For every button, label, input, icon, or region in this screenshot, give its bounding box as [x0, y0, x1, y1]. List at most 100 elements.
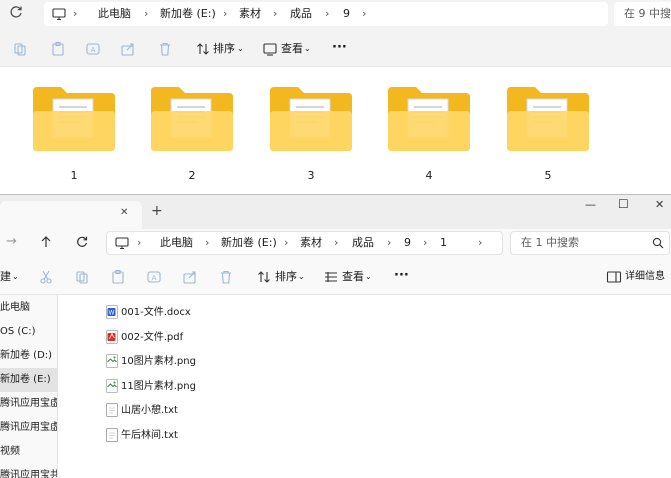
more-options-button[interactable]: ··· — [332, 40, 347, 56]
sort-button[interactable]: 排序 — [213, 41, 235, 57]
chevron-right-icon: › — [325, 7, 330, 20]
sidebar-item[interactable]: OS (C:) — [0, 320, 57, 344]
view-button[interactable]: 查看 — [281, 41, 303, 57]
folder-item[interactable]: 2 — [149, 85, 235, 182]
breadcrumb-assets[interactable]: 素材 — [300, 231, 322, 255]
share-icon[interactable] — [182, 269, 198, 285]
sidebar-item[interactable]: 腾讯应用宝共享 — [0, 464, 57, 478]
view-icon[interactable] — [262, 41, 278, 57]
front-explorer-window: ✕ + — ☐ ✕ → › 此电脑 › 新加卷 (E:) › 素材 › 成品 ›… — [0, 194, 671, 478]
back-folder-view: 1 2 3 4 5 — [0, 67, 671, 194]
copy-icon[interactable] — [74, 269, 90, 285]
file-name: 002-文件.pdf — [121, 331, 184, 343]
svg-text:A: A — [152, 274, 157, 282]
toolbar: 建 ⌄ A 排序 ⌄ 查看 ⌄ ··· 详细信息 — [0, 257, 671, 295]
back-search-box[interactable]: 在 9 中搜索 — [614, 2, 671, 26]
new-tab-button[interactable]: + — [151, 203, 163, 219]
title-bar: ✕ + — ☐ ✕ — [0, 195, 671, 229]
rename-icon[interactable]: A — [146, 269, 162, 285]
chevron-right-icon: › — [423, 236, 428, 249]
file-name: 11图片素材.png — [121, 380, 196, 392]
back-refresh-icon[interactable] — [8, 4, 24, 20]
file-name: 10图片素材.png — [121, 356, 196, 368]
breadcrumb-folder-9[interactable]: 9 — [343, 2, 350, 26]
sort-icon[interactable] — [256, 269, 272, 285]
refresh-icon[interactable] — [75, 235, 89, 249]
view-list-icon[interactable] — [323, 269, 339, 285]
sort-button[interactable]: 排序 — [275, 269, 297, 285]
rename-icon[interactable]: A — [85, 41, 101, 57]
minimize-button[interactable]: — — [585, 198, 596, 211]
paste-icon[interactable] — [50, 41, 66, 57]
back-address-row: › 此电脑 › 新加卷 (E:) › 素材 › 成品 › 9 › 在 9 中搜索 — [0, 0, 671, 30]
cut-icon[interactable] — [38, 269, 54, 285]
sidebar-item[interactable]: 此电脑 — [0, 296, 57, 320]
folder-item[interactable]: 3 — [268, 85, 354, 182]
folder-item[interactable]: 1 — [31, 85, 117, 182]
breadcrumb-finished[interactable]: 成品 — [290, 2, 312, 26]
close-window-button[interactable]: ✕ — [655, 198, 664, 211]
breadcrumb-finished[interactable]: 成品 — [352, 231, 374, 255]
delete-icon[interactable] — [218, 269, 234, 285]
chevron-right-icon: › — [334, 236, 339, 249]
close-tab-icon[interactable]: ✕ — [120, 207, 128, 218]
folder-icon — [31, 85, 117, 155]
chevron-right-icon: › — [205, 236, 210, 249]
folder-name: 3 — [307, 169, 315, 182]
maximize-button[interactable]: ☐ — [618, 197, 629, 211]
delete-icon[interactable] — [157, 41, 173, 57]
file-item[interactable]: 10图片素材.png — [106, 350, 306, 374]
word-doc-icon: W — [106, 305, 118, 319]
text-file-icon — [106, 403, 118, 418]
file-item[interactable]: W 001-文件.docx — [106, 301, 306, 325]
chevron-right-icon: › — [273, 7, 278, 20]
search-placeholder: 在 1 中搜索 — [521, 236, 579, 249]
paste-icon[interactable] — [110, 269, 126, 285]
folder-icon — [149, 85, 235, 155]
breadcrumb-this-pc[interactable]: 此电脑 — [160, 231, 193, 255]
chevron-right-icon: › — [478, 236, 483, 249]
sidebar-item[interactable]: 腾讯应用宝虚拟 — [0, 416, 57, 440]
search-box[interactable]: 在 1 中搜索 — [510, 231, 670, 255]
breadcrumb-this-pc[interactable]: 此电脑 — [98, 2, 131, 26]
pdf-icon — [106, 329, 118, 344]
folder-item[interactable]: 5 — [505, 85, 591, 182]
forward-arrow-icon[interactable]: → — [6, 234, 17, 249]
new-button[interactable]: 建 — [0, 269, 11, 285]
breadcrumb-drive-e[interactable]: 新加卷 (E:) — [221, 231, 277, 255]
file-item[interactable]: 山居小憩.txt — [106, 399, 306, 423]
folder-item[interactable]: 4 — [386, 85, 472, 182]
file-name: 山居小憩.txt — [121, 405, 178, 417]
breadcrumb-assets[interactable]: 素材 — [239, 2, 261, 26]
up-arrow-icon[interactable] — [39, 235, 53, 249]
cut-icon[interactable] — [12, 41, 28, 57]
sidebar-item[interactable]: 新加卷 (D:) — [0, 344, 57, 368]
chevron-right-icon: › — [284, 236, 289, 249]
breadcrumb-folder-1[interactable]: 1 — [440, 231, 447, 255]
file-item[interactable]: 午后林间.txt — [106, 424, 306, 448]
sidebar-item[interactable]: 新加卷 (E:) — [0, 368, 57, 392]
file-item[interactable]: 002-文件.pdf — [106, 326, 306, 350]
sidebar-item[interactable]: 视频 — [0, 440, 57, 464]
view-button[interactable]: 查看 — [342, 269, 364, 285]
details-button[interactable]: 详细信息 — [625, 269, 665, 285]
breadcrumb-folder-9[interactable]: 9 — [404, 231, 411, 255]
chevron-right-icon: › — [144, 7, 149, 20]
chevron-right-icon: › — [73, 7, 78, 20]
file-name: 001-文件.docx — [121, 307, 191, 318]
tab-current[interactable]: ✕ — [0, 201, 142, 229]
chevron-right-icon: › — [137, 236, 142, 249]
address-bar[interactable]: › 此电脑 › 新加卷 (E:) › 素材 › 成品 › 9 › 1 › — [106, 231, 503, 255]
chevron-down-icon: ⌄ — [365, 272, 372, 281]
details-pane-icon[interactable] — [606, 269, 622, 285]
sidebar-item[interactable]: 腾讯应用宝虚拟 — [0, 392, 57, 416]
file-item[interactable]: 11图片素材.png — [106, 375, 306, 399]
share-icon[interactable] — [120, 41, 136, 57]
chevron-down-icon: ⌄ — [237, 44, 244, 53]
back-address-bar[interactable]: › 此电脑 › 新加卷 (E:) › 素材 › 成品 › 9 › — [44, 2, 608, 26]
more-options-button[interactable]: ··· — [394, 268, 409, 284]
chevron-down-icon: ⌄ — [298, 272, 305, 281]
folder-name: 4 — [425, 169, 433, 182]
breadcrumb-drive-e[interactable]: 新加卷 (E:) — [160, 2, 216, 26]
sort-icon[interactable] — [195, 41, 211, 57]
